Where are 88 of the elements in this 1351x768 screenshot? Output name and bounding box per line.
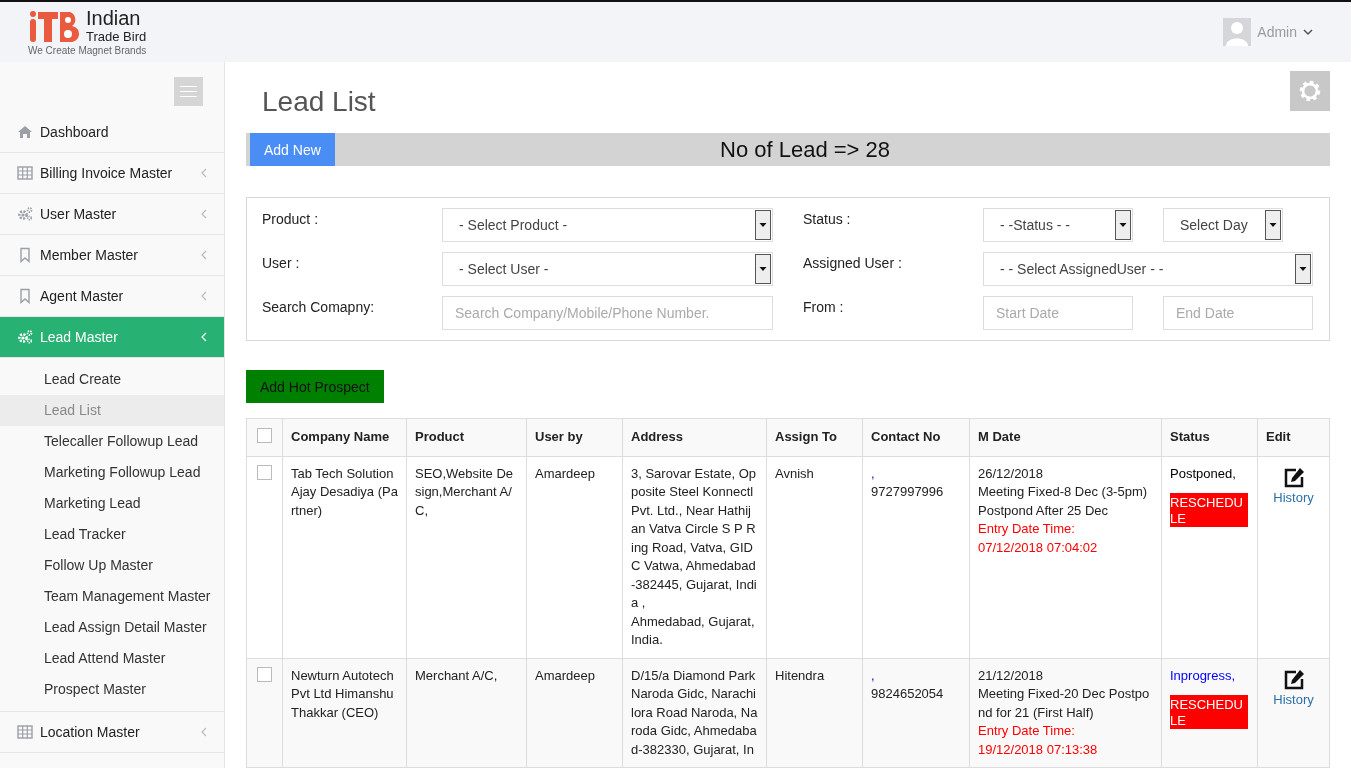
table-icon	[17, 724, 33, 740]
column-header: M Date	[978, 428, 1022, 446]
column-header: Contact No	[871, 428, 942, 446]
user-by: Amardeep	[535, 464, 596, 483]
product: SEO,Website Design,Merchant A/C,	[415, 464, 515, 520]
brand-tagline: We Create Magnet Brands	[28, 45, 147, 56]
status-text: Inprogress,	[1170, 666, 1237, 685]
column-header: Edit	[1266, 428, 1292, 446]
bookmark-icon	[17, 247, 33, 263]
submenu-item[interactable]: Team Management Master	[0, 581, 224, 612]
filter-label: From :	[803, 298, 845, 318]
submenu-item[interactable]: Follow Up Master	[0, 550, 224, 581]
brand-subtitle: Trade Bird	[86, 30, 147, 43]
submenu-item[interactable]: Lead Tracker	[0, 519, 224, 550]
search-field[interactable]: Search Company/Mobile/Phone Number.	[442, 296, 773, 331]
search-field[interactable]: Start Date	[983, 296, 1133, 331]
row-checkbox[interactable]	[257, 464, 272, 480]
address: D/15/a Diamond Park Naroda Gidc, Narachilora Road Naroda, Naroda Gidc, Ahmedabad-382330, Gujarat, In	[631, 666, 758, 759]
filter-label: Product :	[262, 210, 320, 230]
gears-icon	[17, 206, 33, 222]
search-field[interactable]: End Date	[1163, 296, 1313, 331]
select-dropdown[interactable]: - - Select AssignedUser - -	[983, 252, 1313, 287]
bookmark-icon	[17, 288, 33, 304]
sidebar-item[interactable]: Dashboard	[0, 112, 224, 153]
lead-count: No of Lead => 28	[720, 136, 890, 163]
caret-icon[interactable]	[1303, 28, 1313, 36]
page-title: Lead List	[262, 86, 376, 118]
sidebar-item[interactable]: Billing Invoice Master	[0, 153, 224, 194]
assign-to: Hitendra	[775, 666, 826, 685]
edit-icon[interactable]	[1282, 466, 1305, 489]
user-by: Amardeep	[535, 666, 596, 685]
history-link[interactable]: History	[1273, 488, 1314, 507]
product: Merchant A/C,	[415, 666, 499, 685]
contact-number: 9824652054	[871, 685, 945, 703]
submenu-item[interactable]: Lead Create	[0, 364, 224, 395]
table-icon	[17, 165, 33, 181]
reschedule-badge: RESCHEDULE	[1170, 493, 1248, 527]
row-checkbox[interactable]	[257, 666, 272, 682]
filter-label: Assigned User :	[803, 254, 903, 274]
select-dropdown[interactable]: - Select Product -	[442, 208, 773, 243]
menu-toggle-button[interactable]	[174, 77, 203, 106]
column-header: Address	[631, 428, 685, 446]
column-header: User by	[535, 428, 584, 446]
contact-number: 9727997996	[871, 483, 945, 501]
column-header: Company Name	[291, 428, 391, 446]
meeting-note: Meeting Fixed-20 Dec Postpond for 21 (First Half)	[978, 685, 1151, 722]
reschedule-badge: RESCHEDULE	[1170, 695, 1248, 729]
entry-time: 07/12/2018 07:04:02	[978, 538, 1099, 557]
submenu-item[interactable]: Lead Attend Master	[0, 643, 224, 674]
company-name: Newturn Autotech Pvt Ltd Himanshu Thakkar (CEO)	[291, 666, 395, 722]
meeting-date: 26/12/2018	[978, 464, 1045, 483]
submenu-item[interactable]: Prospect Master	[0, 674, 224, 705]
contact-separator: ,	[871, 464, 876, 483]
sidebar-item[interactable]: Location Master	[0, 712, 224, 753]
home-icon	[17, 124, 33, 140]
column-header: Assign To	[775, 428, 838, 446]
company-name: Tab Tech Solution Ajay Desadiya (Partner)	[291, 464, 398, 520]
entry-label: Entry Date Time:	[978, 722, 1076, 740]
sidebar-item[interactable]: User Master	[0, 194, 224, 235]
filter-label: User :	[262, 254, 301, 274]
sidebar-item[interactable]: Member Master	[0, 235, 224, 276]
assign-to: Avnish	[775, 464, 815, 483]
edit-icon[interactable]	[1282, 668, 1305, 691]
select-dropdown[interactable]: - Select User -	[442, 252, 773, 287]
select-dropdown[interactable]: - -Status - -	[983, 208, 1133, 243]
select-dropdown[interactable]: Select Day	[1163, 208, 1283, 243]
contact-separator: ,	[871, 666, 876, 685]
meeting-date: 21/12/2018	[978, 666, 1045, 685]
entry-label: Entry Date Time:	[978, 520, 1076, 538]
filter-label: Search Comapny:	[262, 298, 376, 318]
meeting-note: Meeting Fixed-8 Dec (3-5pm) Postpond After 25 Dec	[978, 483, 1149, 520]
entry-time: 19/12/2018 07:13:38	[978, 740, 1099, 759]
history-link[interactable]: History	[1273, 690, 1314, 709]
submenu-item[interactable]: Telecaller Followup Lead	[0, 426, 224, 457]
filter-label: Status :	[803, 210, 852, 230]
brand-name: Indian	[86, 8, 142, 28]
add-hot-prospect-button[interactable]: Add Hot Prospect	[246, 370, 384, 403]
submenu-item[interactable]: Marketing Followup Lead	[0, 457, 224, 488]
status-text: Postponed,	[1170, 464, 1237, 483]
address: Ahmedabad, Gujarat, India.	[631, 612, 756, 649]
submenu-item[interactable]: Lead Assign Detail Master	[0, 612, 224, 643]
column-header: Status	[1170, 428, 1211, 446]
logo-mark	[28, 9, 80, 42]
submenu-item[interactable]: Marketing Lead	[0, 488, 224, 519]
select-all-checkbox[interactable]	[257, 428, 272, 443]
address: 3, Sarovar Estate, Opposite Steel Konnectl Pvt. Ltd., Near Hathijan Vatva Circle S P Ring Road, Vatva, GIDC Vatwa, Ahmedabad-382445, Gujarat, India ,	[631, 464, 758, 612]
gears-icon	[17, 329, 33, 345]
column-header: Product	[415, 428, 466, 446]
